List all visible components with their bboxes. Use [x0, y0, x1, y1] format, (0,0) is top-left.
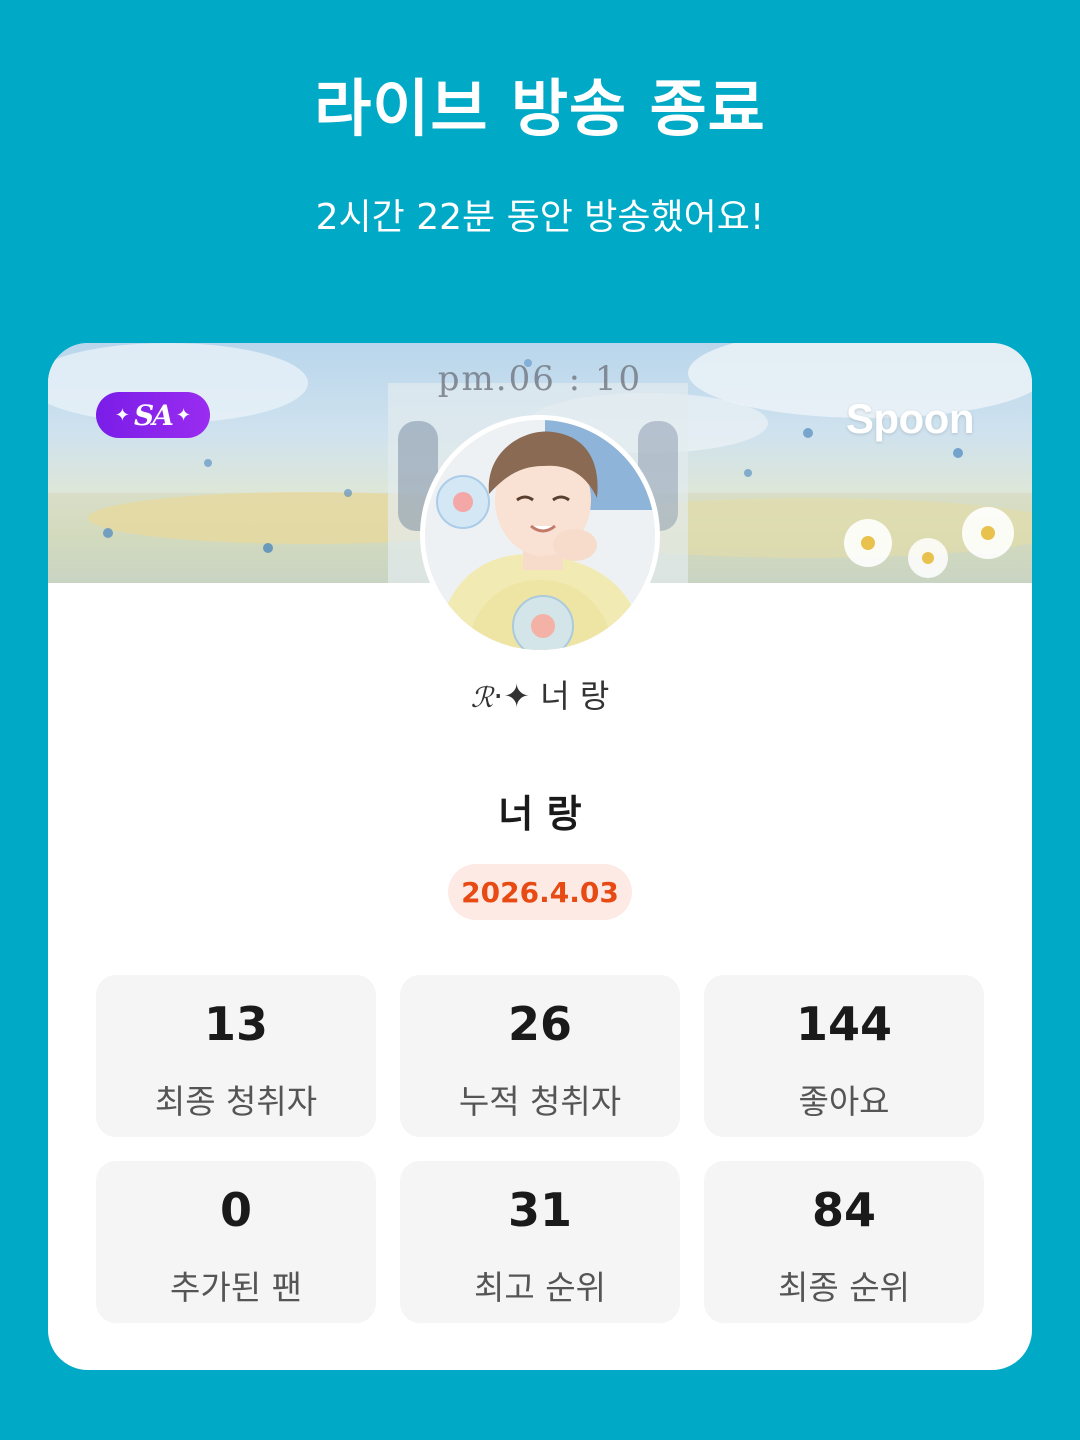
dj-tag-mark: ·✦: [493, 677, 531, 715]
avatar-illustration: [425, 420, 655, 650]
stat-label: 최종 청취자: [154, 1082, 318, 1121]
stat-label: 추가된 팬: [170, 1268, 302, 1307]
stat-new-fans: 0 추가된 팬: [96, 1161, 376, 1323]
page-title: 라이브 방송 종료: [314, 72, 766, 145]
avatar-image: [425, 420, 655, 650]
dj-tag: ℛ·✦ 너 랑: [48, 671, 1032, 717]
stat-value: 26: [507, 997, 572, 1051]
dj-tag-script: ℛ: [470, 681, 494, 714]
sparkle-icon: ✦: [175, 404, 192, 426]
stat-final-rank: 84 최종 순위: [704, 1161, 984, 1323]
stat-best-rank: 31 최고 순위: [400, 1161, 680, 1323]
stat-label: 좋아요: [798, 1082, 890, 1121]
broadcast-date-badge: 2026.4.03: [448, 864, 632, 920]
sparkle-icon: ✦: [114, 404, 131, 426]
dj-name: 너 랑: [498, 792, 582, 836]
stat-value: 144: [795, 997, 893, 1051]
stat-label: 최종 순위: [778, 1268, 910, 1307]
stat-label: 누적 청취자: [458, 1082, 622, 1121]
dj-tag-name: 너 랑: [540, 677, 610, 715]
spoon-logo: Spoon: [845, 395, 975, 442]
avatar[interactable]: [420, 415, 660, 655]
sa-sparkle-badge-icon: ✦ SA ✦: [96, 392, 210, 438]
stat-value: 13: [203, 997, 268, 1051]
stat-final-listeners: 13 최종 청취자: [96, 975, 376, 1137]
stat-total-listeners: 26 누적 청취자: [400, 975, 680, 1137]
stat-value: 0: [219, 1183, 252, 1237]
broadcast-summary-screen: 라이브 방송 종료 2시간 22분 동안 방송했어요! pm.06: 10 ✦…: [0, 0, 1080, 1440]
stat-label: 최고 순위: [474, 1268, 606, 1307]
broadcast-duration-text: 2시간 22분 동안 방송했어요!: [315, 197, 765, 238]
broadcast-result-card: pm.06 : 10 ✦ SA ✦ Spoon ℛ·✦ 너 랑 너 랑 2026…: [48, 343, 1032, 1370]
badge-text: SA: [134, 398, 174, 432]
stat-likes: 144 좋아요: [704, 975, 984, 1137]
stat-value: 31: [507, 1183, 572, 1237]
stat-value: 84: [811, 1183, 876, 1237]
